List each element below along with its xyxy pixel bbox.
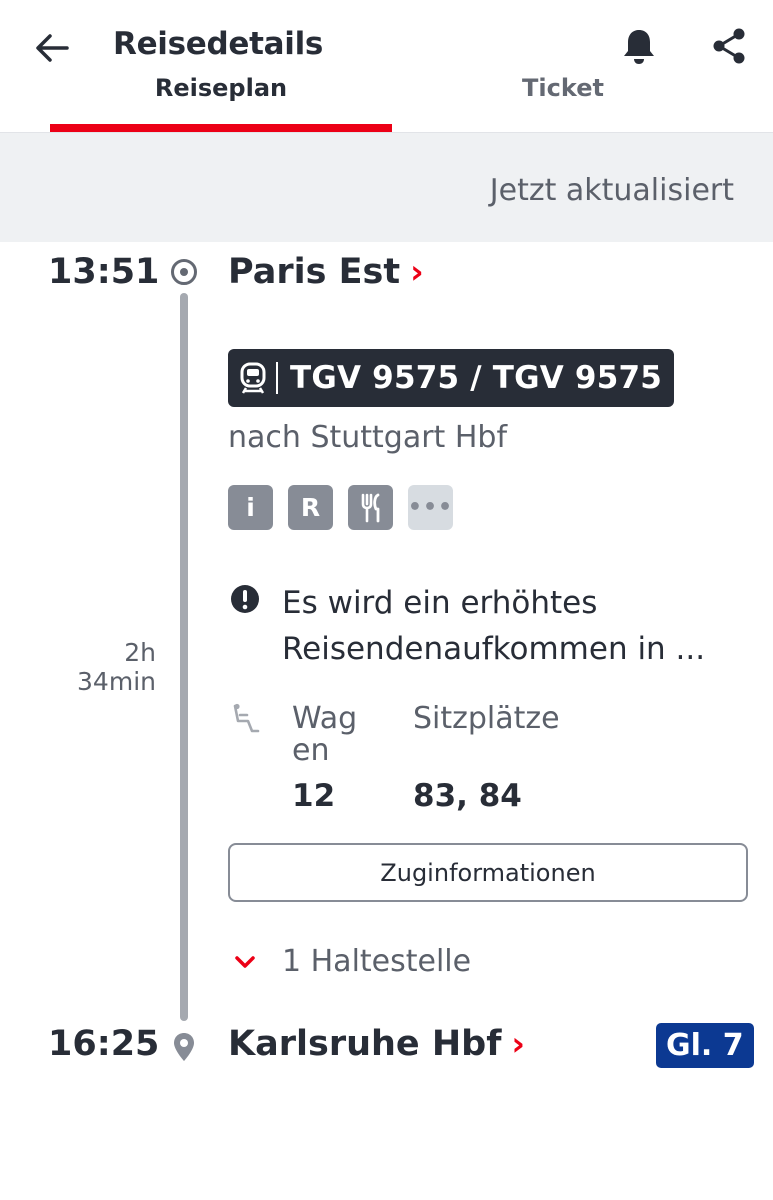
chevron-down-icon	[235, 955, 255, 968]
reservation-icon[interactable]: R	[288, 485, 333, 530]
share-icon	[713, 28, 745, 64]
duration-hours: 2h	[124, 638, 156, 667]
travel-duration: 2h 34min	[40, 638, 156, 696]
departure-station-name: Paris Est	[228, 252, 401, 292]
chevron-right-icon: ›	[511, 1024, 526, 1063]
tab-reiseplan-label: Reiseplan	[154, 74, 288, 102]
more-icon-label: •••	[407, 495, 454, 520]
train-info-button[interactable]: Zuginformationen	[228, 843, 748, 902]
departure-station[interactable]: Paris Est ›	[228, 252, 424, 292]
stops-label: 1 Haltestelle	[282, 944, 472, 979]
arrow-left-icon	[36, 34, 69, 62]
app-header: Reisedetails Reiseplan Ticket	[0, 0, 773, 132]
timeline-line	[180, 293, 188, 1021]
train-badge[interactable]: TGV 9575 / TGV 9575	[228, 349, 675, 407]
train-name: TGV 9575 / TGV 9575	[290, 360, 663, 396]
alert-circle-icon	[231, 585, 259, 613]
restaurant-icon[interactable]	[348, 485, 393, 530]
stops-toggle[interactable]: 1 Haltestelle	[232, 944, 471, 979]
seats-value: 83, 84	[413, 778, 522, 814]
wagon-label: Wagen	[292, 701, 358, 768]
seat-icon	[233, 703, 260, 733]
wagon-value: 12	[292, 778, 336, 814]
page-title: Reisedetails	[113, 26, 324, 62]
train-direction: nach Stuttgart Hbf	[228, 420, 508, 455]
info-icon-label: i	[246, 493, 255, 522]
departure-dot-icon	[171, 259, 197, 285]
share-button[interactable]	[707, 24, 751, 68]
back-button[interactable]	[30, 26, 74, 70]
duration-minutes: 34min	[77, 667, 156, 696]
arrival-station-name: Karlsruhe Hbf	[228, 1024, 502, 1064]
refresh-status: Jetzt aktualisiert	[489, 173, 734, 208]
chevron-right-icon: ›	[410, 252, 424, 291]
badge-divider	[276, 362, 278, 394]
notification-button[interactable]	[617, 24, 661, 68]
refresh-bar[interactable]: Jetzt aktualisiert	[0, 132, 773, 242]
info-icon[interactable]: i	[228, 485, 273, 530]
active-tab-indicator	[50, 124, 392, 132]
warning-message[interactable]: Es wird ein erhöhtes Reisendenaufkommen …	[282, 580, 752, 672]
tab-ticket-label: Ticket	[522, 74, 604, 102]
platform-badge: Gl. 7	[656, 1023, 754, 1068]
arrival-station[interactable]: Karlsruhe Hbf ›	[228, 1024, 525, 1064]
more-icon[interactable]: •••	[408, 485, 453, 530]
reservation-icon-label: R	[300, 493, 321, 522]
arrival-time: 16:25	[48, 1024, 160, 1064]
location-pin-icon	[174, 1033, 194, 1061]
tab-reiseplan[interactable]: Reiseplan	[50, 70, 392, 132]
tab-ticket[interactable]: Ticket	[392, 70, 734, 132]
bell-icon	[624, 30, 654, 64]
seats-label: Sitzplätze	[413, 701, 560, 736]
departure-time: 13:51	[48, 252, 160, 292]
train-front-icon	[238, 360, 268, 396]
